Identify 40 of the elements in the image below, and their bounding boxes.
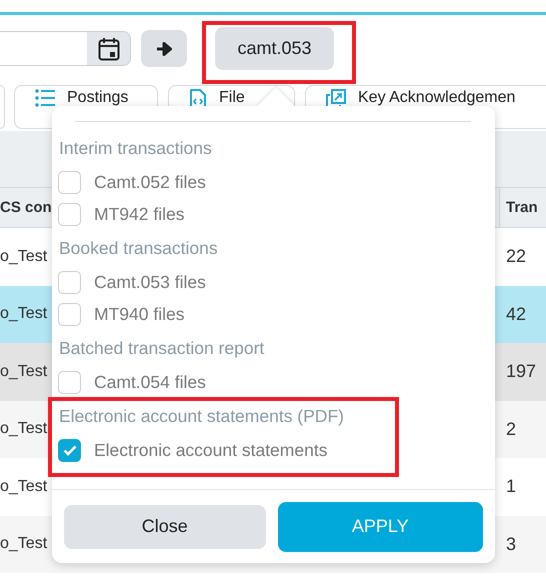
checkbox[interactable] [58,170,81,194]
format-button[interactable]: camt.053 [215,27,334,70]
group-heading: Interim transactions [58,136,213,160]
table-cell: o_Test [0,248,48,266]
column-header[interactable]: CS con [0,199,52,216]
go-button[interactable] [141,30,187,67]
group-heading: Batched transaction report [58,336,266,360]
table-cell: o_Test [0,535,48,554]
checkbox[interactable] [58,370,81,394]
checkbox-label[interactable]: MT940 files [94,304,184,324]
calendar-button[interactable] [87,32,130,65]
table-cell-text: 2 [505,418,518,441]
checkbox[interactable] [58,438,81,462]
checkmark-icon [62,444,76,456]
checkbox-label[interactable]: Camt.054 files [94,372,206,392]
table-cell-text: 197 [505,360,538,384]
arrow-right-icon [156,42,172,56]
column-header[interactable]: Tran [499,188,546,227]
checkbox-label[interactable]: Electronic account statements [94,440,328,460]
group-heading: Electronic account statements (PDF) [58,404,345,428]
table-cell-text: 3 [505,532,518,556]
checkbox[interactable] [58,270,81,294]
close-button[interactable]: Close [64,504,266,548]
checkbox-label[interactable]: MT942 files [94,204,184,224]
checkbox[interactable] [58,302,81,326]
table-cell-text: 1 [505,475,518,498]
apply-button[interactable]: APPLY [278,502,483,552]
table-cell: o_Test [0,420,48,438]
calendar-icon [98,36,120,60]
table-cell-text: 22 [505,245,528,268]
group-heading: Booked transactions [58,236,219,260]
table-cell: o_Test [0,305,48,324]
checkbox[interactable] [58,202,81,226]
checkbox-label[interactable]: Camt.053 files [94,272,206,292]
checkbox-label[interactable]: Camt.052 files [94,172,206,192]
table-cell: o_Test [0,362,48,381]
table-cell-text: 42 [505,302,528,326]
table-cell: o_Test [0,478,48,496]
list-icon [35,89,55,107]
date-field[interactable] [0,31,131,66]
